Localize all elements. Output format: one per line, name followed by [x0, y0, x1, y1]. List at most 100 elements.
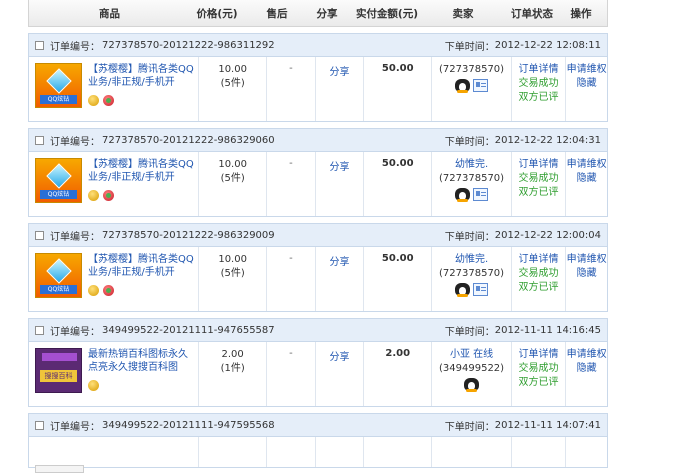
price-cell	[199, 437, 268, 467]
apply-rights-link[interactable]: 申请维权	[566, 253, 607, 267]
coin-icon	[88, 190, 99, 201]
apply-rights-link[interactable]: 申请维权	[566, 348, 607, 362]
order-time: 2012-11-11 14:16:45	[494, 324, 601, 336]
seller-name-link[interactable]: 幼惟完.	[432, 158, 511, 172]
col-seller-header: 卖家	[452, 7, 474, 20]
coin-icon	[88, 380, 99, 391]
product-title-link[interactable]: 【苏樱樱】腾讯各类QQ业务/非正规/手机开	[88, 63, 194, 89]
product-title-link[interactable]: 【苏樱樱】腾讯各类QQ业务/非正规/手机开	[88, 158, 194, 184]
after-sales-value: -	[289, 63, 293, 74]
seller-name-link[interactable]: 小亚 在线	[432, 348, 511, 362]
qq-chat-icon[interactable]	[455, 188, 471, 202]
contact-card-icon[interactable]	[473, 79, 489, 92]
order-number-label: 订单编号：	[50, 326, 100, 338]
thumb-caption: 搜搜百科	[40, 370, 77, 382]
after-sales-cell: -	[267, 152, 316, 216]
unit-price: 2.00	[221, 349, 244, 360]
order-time-label: 下单时间：	[444, 421, 495, 433]
book-banner	[42, 353, 77, 361]
order-time: 2012-12-22 12:08:11	[494, 39, 601, 51]
order-body: 搜搜百科 最新热销百科图标永久点亮永久搜搜百科图 2.00 (1件) - 分享 …	[29, 342, 607, 406]
review-status: 双方已评	[518, 92, 559, 103]
order-number-label: 订单编号：	[50, 136, 100, 148]
paid-amount: 50.00	[364, 152, 433, 216]
order-detail-link[interactable]: 订单详情	[512, 348, 565, 362]
operation-cell: 申请维权 隐藏	[566, 342, 607, 406]
seller-cell: 幼惟完. (727378570)	[432, 152, 512, 216]
order-detail-link[interactable]: 订单详情	[512, 63, 565, 77]
seller-id: (727378570)	[439, 173, 505, 184]
trade-status: 交易成功	[518, 268, 559, 279]
table-header: 商品 价格(元) 售后 分享 实付金额(元) 卖家 订单状态 操作	[28, 0, 608, 27]
coin-icon	[88, 95, 99, 106]
quantity: (5件)	[220, 78, 245, 89]
product-title-link[interactable]: 最新热销百科图标永久点亮永久搜搜百科图	[88, 348, 194, 374]
qq-chat-icon[interactable]	[464, 378, 480, 392]
after-sales-cell	[267, 437, 316, 467]
order-checkbox[interactable]	[35, 325, 44, 335]
hide-link[interactable]: 隐藏	[566, 267, 607, 281]
order-number: 349499522-20121111-947655587	[102, 324, 275, 336]
operation-cell	[566, 437, 607, 467]
hide-link[interactable]: 隐藏	[566, 362, 607, 376]
price-cell: 10.00 (5件)	[199, 57, 268, 121]
unit-price: 10.00	[218, 254, 247, 265]
trade-status: 交易成功	[518, 363, 559, 374]
product-title-link[interactable]: 【苏樱樱】腾讯各类QQ业务/非正规/手机开	[88, 253, 194, 279]
order-number: 349499522-20121111-947595568	[102, 419, 275, 431]
product-thumbnail[interactable]: 搜搜百科	[35, 348, 82, 393]
order-checkbox[interactable]	[35, 420, 44, 430]
order-checkbox[interactable]	[35, 40, 44, 50]
order-time-label: 下单时间：	[444, 231, 495, 243]
order-detail-link[interactable]: 订单详情	[512, 253, 565, 267]
order-header: 订单编号： 727378570-20121222-986329060 下单时间：…	[29, 129, 607, 152]
badge-icon	[103, 95, 114, 106]
contact-card-icon[interactable]	[473, 188, 489, 201]
seller-cell	[432, 437, 512, 467]
share-link[interactable]: 分享	[316, 57, 365, 121]
share-link[interactable]: 分享	[316, 342, 365, 406]
share-link[interactable]: 分享	[316, 247, 365, 311]
share-link[interactable]: 分享	[316, 152, 365, 216]
apply-rights-link[interactable]: 申请维权	[566, 158, 607, 172]
col-status-header: 订单状态	[511, 7, 553, 20]
share-cell	[316, 437, 365, 467]
order-time: 2012-12-22 12:04:31	[494, 134, 601, 146]
product-thumbnail[interactable]: QQ炫钻	[35, 63, 82, 108]
qq-chat-icon[interactable]	[455, 79, 471, 93]
status-cell	[512, 437, 567, 467]
status-cell: 订单详情 交易成功 双方已评	[512, 342, 567, 406]
operation-cell: 申请维权 隐藏	[566, 152, 607, 216]
contact-card-icon[interactable]	[473, 283, 489, 296]
order-card: 订单编号： 349499522-20121111-947655587 下单时间：…	[28, 318, 608, 407]
order-detail-link[interactable]: 订单详情	[512, 158, 565, 172]
hide-link[interactable]: 隐藏	[566, 172, 607, 186]
order-card: 订单编号： 727378570-20121222-986329009 下单时间：…	[28, 223, 608, 312]
product-thumbnail[interactable]: QQ炫钻	[35, 158, 82, 203]
seller-cell: 小亚 在线 (349499522)	[432, 342, 512, 406]
order-checkbox[interactable]	[35, 135, 44, 145]
after-sales-cell: -	[267, 57, 316, 121]
goods-cell: QQ炫钻 【苏樱樱】腾讯各类QQ业务/非正规/手机开	[29, 247, 200, 311]
seller-cell: 幼惟完. (727378570)	[432, 247, 512, 311]
product-thumbnail[interactable]: QQ炫钻	[35, 253, 82, 298]
seller-id: (349499522)	[439, 363, 505, 374]
col-op-header: 操作	[570, 7, 592, 20]
seller-name-link[interactable]: 幼惟完.	[432, 253, 511, 267]
status-cell: 订单详情 交易成功 双方已评	[512, 57, 567, 121]
product-thumbnail[interactable]	[35, 465, 84, 473]
after-sales-value: -	[289, 348, 293, 359]
qq-chat-icon[interactable]	[455, 283, 471, 297]
hide-link[interactable]: 隐藏	[566, 77, 607, 91]
quantity: (1件)	[220, 363, 245, 374]
thumb-caption: QQ炫钻	[40, 95, 77, 104]
order-checkbox[interactable]	[35, 230, 44, 240]
price-cell: 10.00 (5件)	[199, 247, 268, 311]
col-amount-header: 实付金额(元)	[355, 7, 419, 20]
operation-cell: 申请维权 隐藏	[566, 57, 607, 121]
col-share-header: 分享	[316, 7, 338, 20]
thumb-caption: QQ炫钻	[40, 190, 77, 199]
apply-rights-link[interactable]: 申请维权	[566, 63, 607, 77]
goods-cell: QQ炫钻 【苏樱樱】腾讯各类QQ业务/非正规/手机开	[29, 57, 200, 121]
order-number-label: 订单编号：	[50, 231, 100, 243]
